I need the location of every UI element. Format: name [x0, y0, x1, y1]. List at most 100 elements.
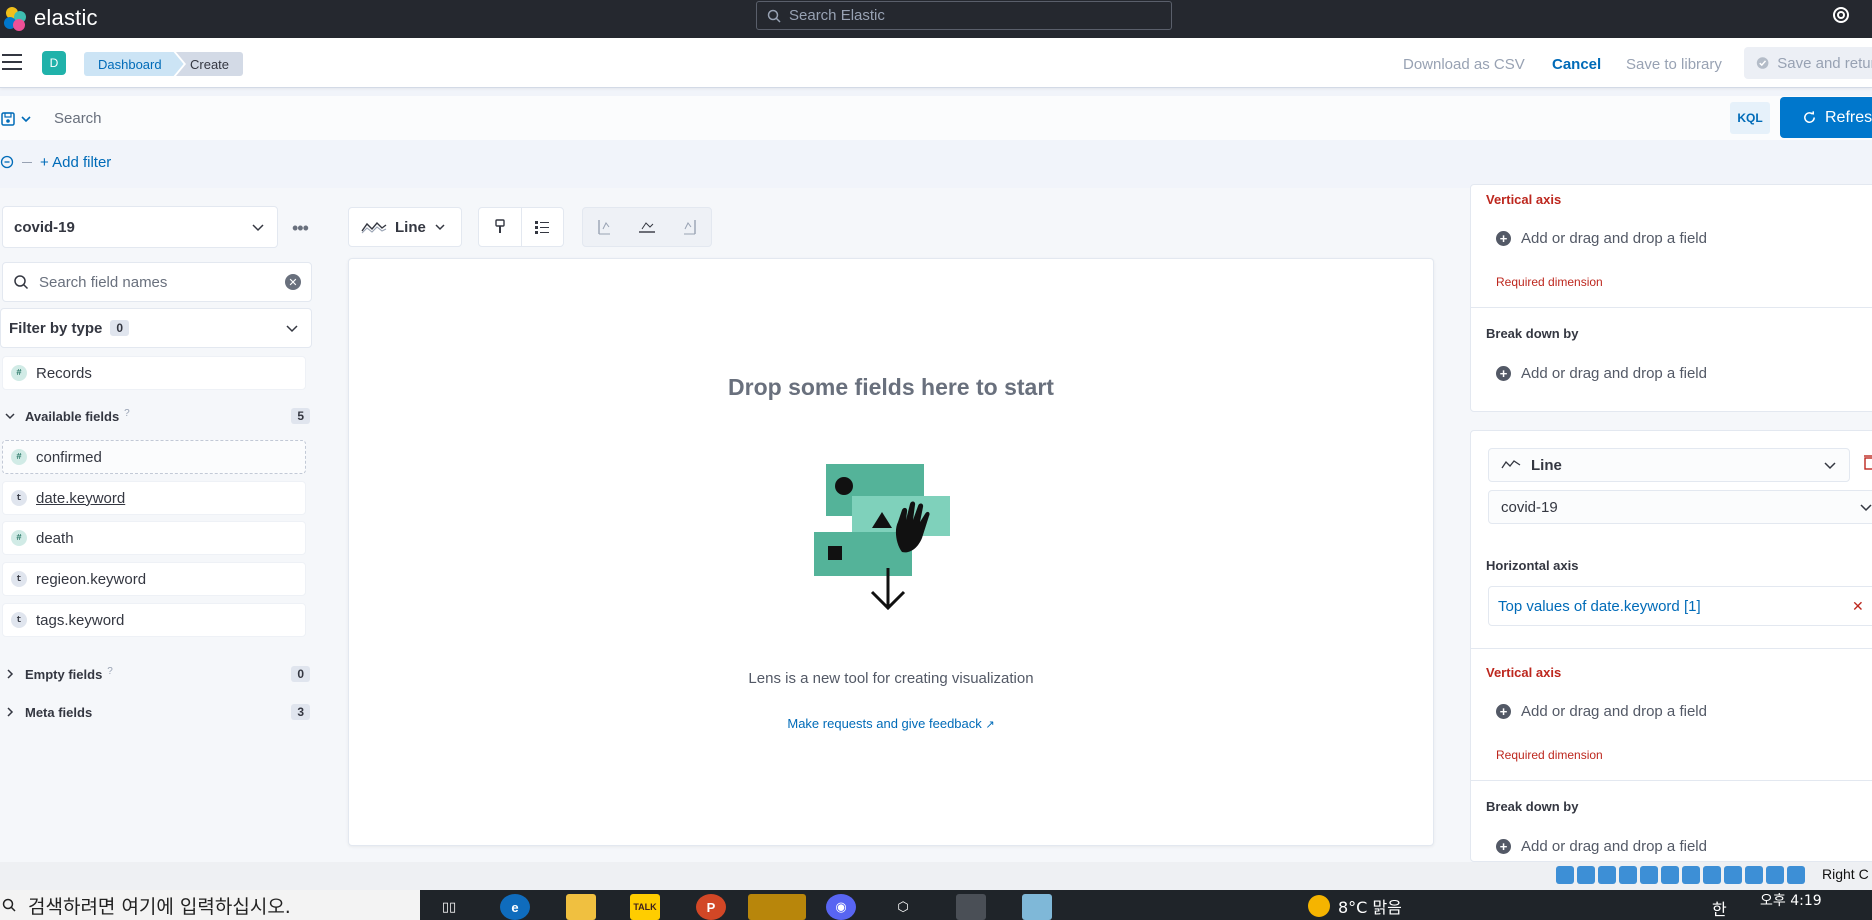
- add-filter-button[interactable]: + Add filter: [40, 154, 111, 171]
- field-item-date-keyword[interactable]: t date.keyword: [2, 481, 306, 515]
- horizontal-axis-field[interactable]: Top values of date.keyword [1]: [1488, 586, 1872, 626]
- field-search-placeholder: Search field names: [39, 273, 168, 291]
- right-axis-icon[interactable]: [668, 208, 711, 246]
- legend-icon[interactable]: [520, 208, 564, 246]
- field-item-regieon-keyword[interactable]: t regieon.keyword: [2, 562, 306, 596]
- windows-search-box[interactable]: 검색하려면 여기에 입력하십시오.: [0, 890, 420, 920]
- vertical-axis-label: Vertical axis: [1486, 192, 1562, 207]
- field-name: death: [36, 529, 74, 547]
- required-dimension-text: Required dimension: [1496, 748, 1603, 762]
- bottom-axis-icon[interactable]: [626, 208, 669, 246]
- brand-name: elastic: [34, 5, 98, 30]
- filter-by-type-button[interactable]: Filter by type 0: [0, 308, 312, 348]
- empty-fields-header[interactable]: Empty fields ? 0: [4, 663, 310, 685]
- kakaotalk-icon[interactable]: TALK: [630, 894, 660, 920]
- field-item-confirmed[interactable]: # confirmed: [2, 440, 306, 474]
- save-and-return-label: Save and return: [1777, 54, 1872, 72]
- menu-icon[interactable]: [2, 54, 22, 72]
- sun-icon: [1308, 895, 1330, 917]
- trash-icon[interactable]: [1864, 454, 1872, 475]
- clear-icon[interactable]: ✕: [285, 274, 301, 290]
- string-field-icon: t: [11, 571, 27, 587]
- kql-toggle[interactable]: KQL: [1730, 102, 1770, 134]
- weather-widget[interactable]: 8°C 맑음: [1308, 894, 1402, 918]
- discord-icon[interactable]: ◉: [826, 894, 856, 920]
- more-options-icon[interactable]: •••: [292, 218, 312, 238]
- horizontal-axis-label: Horizontal axis: [1486, 558, 1579, 573]
- edge-icon[interactable]: e: [500, 894, 530, 920]
- save-and-return-button[interactable]: Save and return: [1744, 47, 1872, 79]
- cube-app-icon[interactable]: ⬡: [888, 894, 918, 920]
- vm-icon: [1703, 866, 1721, 884]
- breadcrumb-dashboard[interactable]: Dashboard: [84, 52, 184, 76]
- available-fields-header[interactable]: Available fields ? 5: [4, 405, 310, 427]
- file-explorer-icon[interactable]: [566, 894, 596, 920]
- break-down-add-field[interactable]: + Add or drag and drop a field: [1496, 838, 1707, 855]
- paint-brush-icon[interactable]: [479, 208, 521, 246]
- string-field-icon: t: [11, 490, 27, 506]
- virtualbox-icon[interactable]: [956, 894, 986, 920]
- system-clock[interactable]: 오후 4:19: [1760, 890, 1822, 910]
- horizontal-axis-value: Top values of date.keyword [1]: [1498, 597, 1701, 615]
- index-pattern-select[interactable]: covid-19: [2, 206, 278, 248]
- remove-icon[interactable]: ✕: [1852, 598, 1864, 615]
- vm-status-icons: [1556, 866, 1805, 884]
- info-icon: ?: [107, 665, 113, 677]
- vm-icon: [1724, 866, 1742, 884]
- field-name: regieon.keyword: [36, 570, 147, 588]
- refresh-button[interactable]: Refresh: [1780, 97, 1872, 138]
- windows-search-placeholder: 검색하려면 여기에 입력하십시오.: [28, 895, 291, 918]
- add-field-label: Add or drag and drop a field: [1521, 365, 1707, 382]
- ime-indicator[interactable]: 한: [1712, 896, 1727, 920]
- field-name: Records: [36, 364, 92, 382]
- help-button[interactable]: [1830, 4, 1852, 26]
- download-csv-button[interactable]: Download as CSV: [1403, 53, 1525, 75]
- chevron-down-icon: [286, 325, 298, 333]
- plus-circle-icon: +: [1496, 839, 1511, 854]
- layer-chart-type-select[interactable]: Line: [1488, 448, 1850, 482]
- field-item-death[interactable]: # death: [2, 521, 306, 555]
- cancel-button[interactable]: Cancel: [1552, 53, 1601, 75]
- space-avatar[interactable]: D: [42, 51, 66, 75]
- divider: [1470, 648, 1872, 649]
- field-item-records[interactable]: # Records: [2, 356, 306, 390]
- vertical-axis-add-field[interactable]: + Add or drag and drop a field: [1496, 230, 1707, 247]
- meta-fields-header[interactable]: Meta fields 3: [4, 701, 310, 723]
- filter-options-icon[interactable]: [0, 155, 14, 169]
- elastic-logo[interactable]: elastic: [2, 4, 98, 32]
- break-down-add-field[interactable]: + Add or drag and drop a field: [1496, 365, 1707, 382]
- save-to-library-button[interactable]: Save to library: [1626, 53, 1722, 75]
- plus-circle-icon: +: [1496, 231, 1511, 246]
- vm-icon: [1598, 866, 1616, 884]
- notes-app-icon[interactable]: [1022, 894, 1052, 920]
- divider: [1470, 307, 1872, 308]
- required-dimension-text: Required dimension: [1496, 275, 1603, 289]
- add-field-label: Add or drag and drop a field: [1521, 703, 1707, 720]
- sticky-app-icon[interactable]: [748, 894, 806, 920]
- chevron-down-icon: [5, 413, 15, 420]
- plus-circle-icon: +: [1496, 366, 1511, 381]
- weather-text: 8°C 맑음: [1338, 898, 1402, 917]
- search-icon: [14, 275, 29, 290]
- field-search-input[interactable]: Search field names ✕: [2, 262, 312, 302]
- chart-type-switcher[interactable]: Line: [348, 207, 462, 247]
- filter-divider: [22, 161, 32, 163]
- vm-icon: [1766, 866, 1784, 884]
- saved-query-icon: [1, 112, 15, 126]
- vertical-axis-add-field[interactable]: + Add or drag and drop a field: [1496, 703, 1707, 720]
- number-field-icon: #: [11, 449, 27, 465]
- info-icon: ?: [124, 407, 130, 419]
- layer-chart-type-label: Line: [1531, 456, 1562, 474]
- vm-icon: [1640, 866, 1658, 884]
- left-axis-icon[interactable]: [583, 208, 626, 246]
- feedback-link[interactable]: Make requests and give feedback ↗: [348, 716, 1434, 731]
- global-search-input[interactable]: Search Elastic: [756, 1, 1172, 30]
- chart-type-label: Line: [395, 218, 426, 236]
- field-item-tags-keyword[interactable]: t tags.keyword: [2, 603, 306, 637]
- layer-index-pattern-select[interactable]: covid-19: [1488, 490, 1872, 524]
- saved-query-button[interactable]: [0, 108, 40, 130]
- powerpoint-icon[interactable]: P: [696, 894, 726, 920]
- task-view-icon[interactable]: ▯▯: [434, 894, 464, 920]
- query-input[interactable]: Search: [44, 98, 1728, 138]
- vm-icon: [1619, 866, 1637, 884]
